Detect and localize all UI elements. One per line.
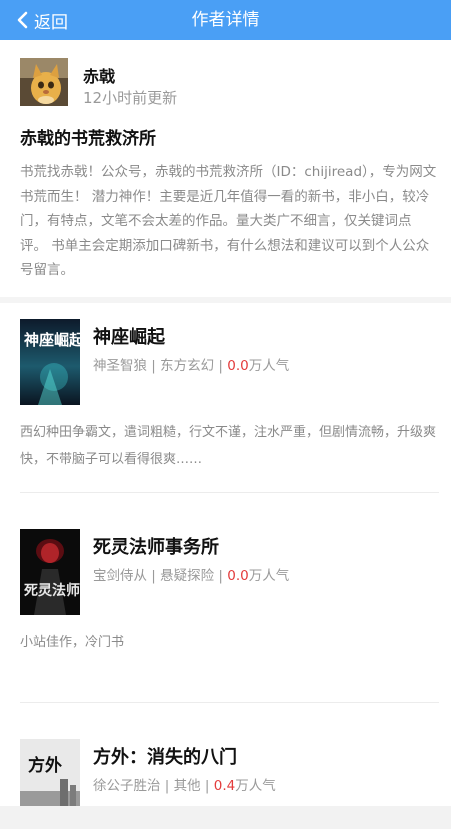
book-category: 悬疑探险 [160,568,215,584]
book-meta: 宝剑侍从 | 悬疑探险 | 0.0万人气 [93,564,289,584]
book-item[interactable]: 死灵法师 死灵法师事务所 宝剑侍从 | 悬疑探险 | 0.0万人气 小站佳作，冷… [20,529,440,699]
popularity-value: 0.4 [213,778,236,794]
cover-title-text: 方外 [28,755,62,776]
author-name: 赤戟 [83,67,116,86]
meta-separator: | [200,778,214,794]
popularity-value: 0.0 [227,358,249,374]
booklist-description: 书荒找赤戟！公众号，赤戟的书荒救济所（ID：chijiread），专为网文书荒而… [20,164,437,278]
section-separator [0,297,451,303]
cover-image: 死灵法师 [20,529,80,615]
meta-separator: | [147,358,161,374]
book-cover[interactable]: 神座崛起 [20,319,80,405]
book-description: 小站佳作，冷门书 [20,635,125,650]
booklist-title: 赤戟的书荒救济所 [20,129,156,149]
book-title[interactable]: 神座崛起 [93,323,165,349]
book-author[interactable]: 宝剑侍从 [93,568,147,584]
back-label: 返回 [34,12,68,33]
cover-title-text: 神座崛起 [24,331,80,349]
cover-image: 神座崛起 [20,319,80,405]
divider [20,702,439,703]
bottom-strip [0,806,451,829]
back-button[interactable]: 返回 [16,0,68,40]
book-meta: 神圣智狼 | 东方玄幻 | 0.0万人气 [93,354,289,374]
meta-separator: | [214,358,228,374]
cat-avatar-image [20,58,68,106]
book-title[interactable]: 方外：消失的八门 [93,743,237,769]
book-item[interactable]: 神座崛起 神座崛起 神圣智狼 | 东方玄幻 | 0.0万人气 西幻种田争霸文，遣… [20,319,440,489]
popularity-unit: 万人气 [248,358,290,374]
meta-separator: | [147,568,161,584]
book-title[interactable]: 死灵法师事务所 [93,533,219,559]
book-item[interactable]: 方外 方外：消失的八门 徐公子胜治 | 其他 | 0.4万人气 [20,739,440,809]
meta-separator: | [160,778,174,794]
top-bar: 返回 作者详情 [0,0,451,40]
book-description: 西幻种田争霸文，遣词粗糙，行文不谨，注水严重，但剧情流畅，升级爽快，不带脑子可以… [20,425,437,467]
book-author[interactable]: 徐公子胜治 [93,778,161,794]
cover-title-text: 死灵法师 [23,582,80,599]
divider [20,492,439,493]
avatar[interactable] [20,58,68,106]
book-author[interactable]: 神圣智狼 [93,358,147,374]
chevron-left-icon [17,11,28,29]
book-cover[interactable]: 死灵法师 [20,529,80,615]
meta-separator: | [214,568,228,584]
book-cover[interactable]: 方外 [20,739,80,806]
popularity-value: 0.0 [227,568,249,584]
cover-image: 方外 [20,739,80,806]
update-time: 12小时前更新 [83,89,178,107]
book-category: 其他 [173,778,201,794]
book-category: 东方玄幻 [160,358,215,374]
popularity-unit: 万人气 [248,568,290,584]
book-meta: 徐公子胜治 | 其他 | 0.4万人气 [93,774,276,794]
popularity-unit: 万人气 [235,778,276,794]
